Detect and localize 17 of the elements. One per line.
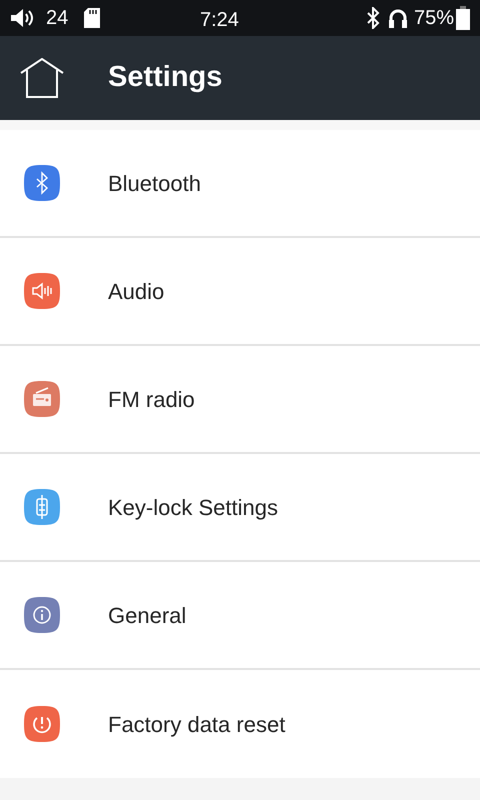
item-label: General xyxy=(108,602,186,630)
home-button[interactable] xyxy=(20,56,64,100)
page-title: Settings xyxy=(108,60,222,96)
item-label: FM radio xyxy=(108,386,195,414)
item-label: Bluetooth xyxy=(108,170,201,198)
battery-icon xyxy=(456,6,470,30)
sd-card-icon xyxy=(84,8,100,28)
item-label: Audio xyxy=(108,278,164,306)
item-label: Key-lock Settings xyxy=(108,494,278,522)
item-label: Factory data reset xyxy=(108,710,286,739)
bluetooth-icon xyxy=(366,7,380,29)
home-icon xyxy=(20,58,64,98)
headphones-icon xyxy=(388,7,408,29)
volume-icon xyxy=(10,8,36,28)
clock: 7:24 xyxy=(200,8,239,33)
volume-level: 24 xyxy=(46,6,68,31)
battery-level: 75% xyxy=(414,6,454,31)
